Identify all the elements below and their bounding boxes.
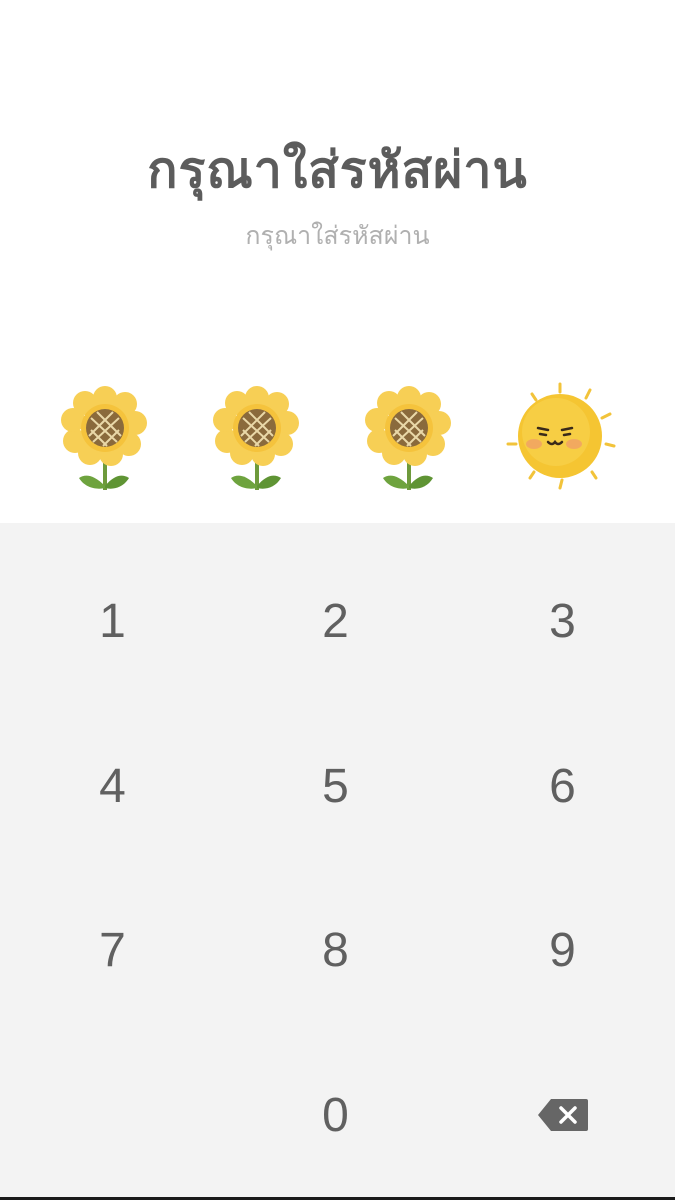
key-8[interactable]: 8 [223, 868, 448, 1032]
passcode-screen: กรุณาใส่รหัสผ่าน กรุณาใส่รหัสผ่าน 1 2 3 … [0, 0, 675, 1200]
pin-indicator [0, 378, 675, 498]
key-6[interactable]: 6 [450, 704, 675, 868]
pin-dot-3 [349, 378, 469, 498]
backspace-button[interactable] [450, 1033, 675, 1197]
key-4[interactable]: 4 [0, 704, 225, 868]
key-2[interactable]: 2 [223, 539, 448, 703]
pin-dot-2 [197, 378, 317, 498]
key-9[interactable]: 9 [450, 868, 675, 1032]
sunflower-icon [365, 386, 451, 490]
numeric-keypad: 1 2 3 4 5 6 7 8 9 0 [0, 523, 675, 1200]
page-title: กรุณาใส่รหัสผ่าน [147, 141, 528, 199]
key-5[interactable]: 5 [223, 704, 448, 868]
key-3[interactable]: 3 [450, 539, 675, 703]
sunflower-icon [61, 386, 147, 490]
pin-dot-1 [45, 378, 165, 498]
pin-dot-4 [502, 378, 622, 498]
key-7[interactable]: 7 [0, 868, 225, 1032]
page-subtitle: กรุณาใส่รหัสผ่าน [245, 221, 430, 250]
sun-icon [506, 382, 616, 490]
key-empty [0, 1033, 225, 1197]
backspace-icon [537, 1099, 588, 1131]
key-0[interactable]: 0 [223, 1033, 448, 1197]
sunflower-icon [213, 386, 299, 490]
key-1[interactable]: 1 [0, 539, 225, 703]
